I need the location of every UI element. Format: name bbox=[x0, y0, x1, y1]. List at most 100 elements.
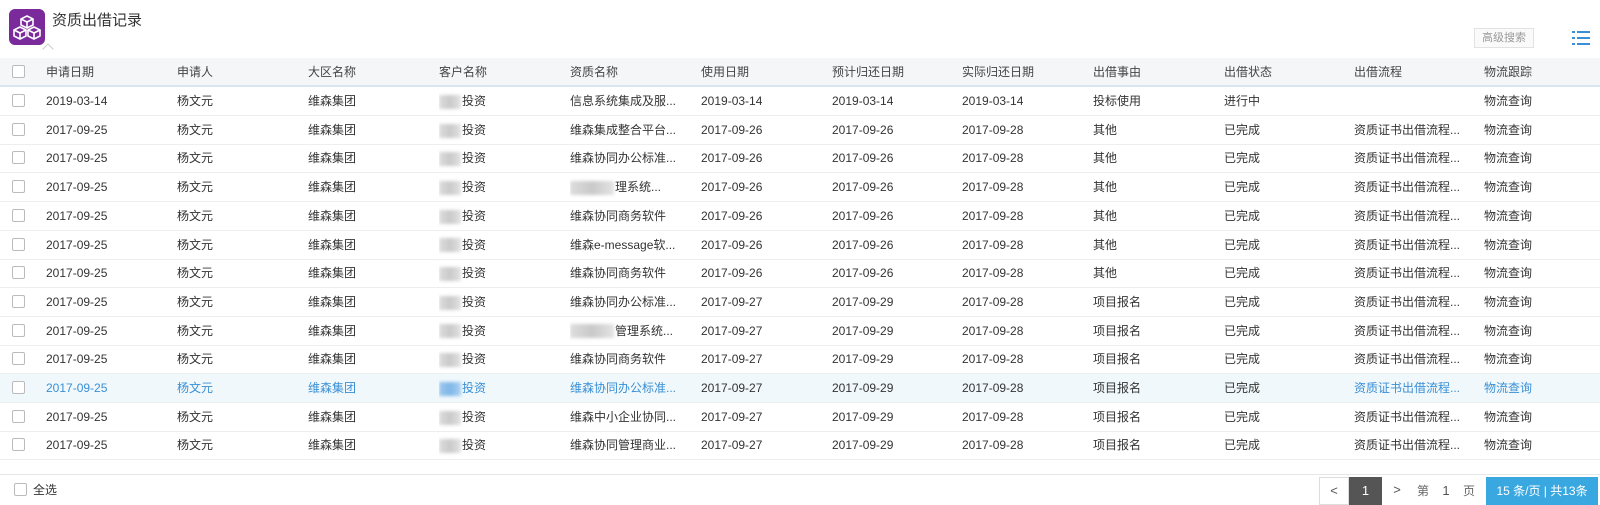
applicant-cell[interactable]: 杨文元 bbox=[177, 87, 213, 116]
logistics-link[interactable]: 物流查询 bbox=[1484, 317, 1532, 346]
logistics-link[interactable]: 物流查询 bbox=[1484, 173, 1532, 202]
list-view-icon[interactable] bbox=[1572, 30, 1590, 46]
table-row[interactable]: 2019-03-14 杨文元 维森集团 投资 信息系统集成及服... 2019-03-14… bbox=[0, 87, 1600, 116]
qualification-cell[interactable]: 维森协同商务软件 bbox=[570, 259, 690, 288]
column-header[interactable]: 出借流程 bbox=[1354, 58, 1469, 87]
flow-link[interactable]: 资质证书出借流程... bbox=[1354, 345, 1469, 374]
region-cell[interactable]: 维森集团 bbox=[308, 374, 356, 403]
advanced-search-button[interactable]: 高级搜索 bbox=[1474, 28, 1534, 48]
column-header[interactable]: 出借事由 bbox=[1093, 58, 1141, 87]
prev-page-button[interactable]: < bbox=[1319, 477, 1349, 505]
customer-cell[interactable]: 投资 bbox=[439, 173, 486, 202]
column-header[interactable]: 实际归还日期 bbox=[962, 58, 1034, 87]
table-row[interactable]: 2017-09-25 杨文元 维森集团 投资 理系统... 2017-09-26 2017-… bbox=[0, 173, 1600, 203]
logistics-link[interactable]: 物流查询 bbox=[1484, 116, 1532, 145]
flow-link[interactable]: 资质证书出借流程... bbox=[1354, 231, 1469, 260]
qualification-cell[interactable]: 维森集成整合平台... bbox=[570, 116, 690, 145]
region-cell[interactable]: 维森集团 bbox=[308, 116, 356, 145]
flow-link[interactable]: 资质证书出借流程... bbox=[1354, 288, 1469, 317]
table-row[interactable]: 2017-09-25 杨文元 维森集团 投资 维森协同办公标准... 2017-09-27… bbox=[0, 374, 1600, 403]
applicant-cell[interactable]: 杨文元 bbox=[177, 403, 213, 432]
qualification-cell[interactable]: 维森协同办公标准... bbox=[570, 288, 690, 317]
column-header[interactable]: 申请日期 bbox=[46, 58, 94, 87]
column-header[interactable]: 预计归还日期 bbox=[832, 58, 904, 87]
applicant-cell[interactable]: 杨文元 bbox=[177, 431, 213, 460]
logistics-link[interactable]: 物流查询 bbox=[1484, 202, 1532, 231]
column-header[interactable]: 物流跟踪 bbox=[1484, 58, 1532, 87]
qualification-cell[interactable]: 维森协同办公标准... bbox=[570, 144, 690, 173]
column-header[interactable]: 使用日期 bbox=[701, 58, 749, 87]
applicant-cell[interactable]: 杨文元 bbox=[177, 202, 213, 231]
qualification-cell[interactable]: 维森协同办公标准... bbox=[570, 374, 690, 403]
applicant-cell[interactable]: 杨文元 bbox=[177, 374, 213, 403]
column-header[interactable]: 出借状态 bbox=[1224, 58, 1272, 87]
applicant-cell[interactable]: 杨文元 bbox=[177, 317, 213, 346]
logistics-link[interactable]: 物流查询 bbox=[1484, 259, 1532, 288]
qualification-cell[interactable]: 理系统... bbox=[570, 173, 690, 202]
header-checkbox[interactable] bbox=[12, 65, 25, 78]
table-row[interactable]: 2017-09-25 杨文元 维森集团 投资 维森协同管理商业... 2017-09-27… bbox=[0, 431, 1600, 461]
logistics-link[interactable]: 物流查询 bbox=[1484, 431, 1532, 460]
region-cell[interactable]: 维森集团 bbox=[308, 403, 356, 432]
qualification-cell[interactable]: 维森协同管理商业... bbox=[570, 431, 690, 460]
region-cell[interactable]: 维森集团 bbox=[308, 202, 356, 231]
qualification-cell[interactable]: 管理系统... bbox=[570, 317, 690, 346]
flow-link[interactable] bbox=[1354, 87, 1469, 116]
region-cell[interactable]: 维森集团 bbox=[308, 317, 356, 346]
customer-cell[interactable]: 投资 bbox=[439, 116, 486, 145]
flow-link[interactable]: 资质证书出借流程... bbox=[1354, 431, 1469, 460]
qualification-cell[interactable]: 维森协同商务软件 bbox=[570, 345, 690, 374]
table-row[interactable]: 2017-09-25 杨文元 维森集团 投资 维森中小企业协同... 2017-09-27… bbox=[0, 403, 1600, 432]
column-header[interactable]: 大区名称 bbox=[308, 58, 356, 87]
applicant-cell[interactable]: 杨文元 bbox=[177, 345, 213, 374]
flow-link[interactable]: 资质证书出借流程... bbox=[1354, 173, 1469, 202]
table-row[interactable]: 2017-09-25 杨文元 维森集团 投资 维森协同商务软件 2017-09-27 201… bbox=[0, 345, 1600, 375]
flow-link[interactable]: 资质证书出借流程... bbox=[1354, 116, 1469, 145]
logistics-link[interactable]: 物流查询 bbox=[1484, 144, 1532, 173]
table-row[interactable]: 2017-09-25 杨文元 维森集团 投资 维森协同办公标准... 2017-09-27… bbox=[0, 288, 1600, 317]
current-page-button[interactable]: 1 bbox=[1349, 477, 1382, 505]
select-all-label[interactable]: 全选 bbox=[33, 475, 57, 505]
column-header[interactable]: 客户名称 bbox=[439, 58, 487, 87]
logistics-link[interactable]: 物流查询 bbox=[1484, 403, 1532, 432]
customer-cell[interactable]: 投资 bbox=[439, 231, 486, 260]
table-row[interactable]: 2017-09-25 杨文元 维森集团 投资 维森协同商务软件 2017-09-26 201… bbox=[0, 202, 1600, 231]
region-cell[interactable]: 维森集团 bbox=[308, 431, 356, 460]
table-row[interactable]: 2017-09-25 杨文元 维森集团 投资 管理系统... 2017-09-27 2017… bbox=[0, 317, 1600, 346]
row-checkbox[interactable] bbox=[12, 438, 25, 452]
row-checkbox[interactable] bbox=[12, 352, 25, 366]
row-checkbox[interactable] bbox=[12, 266, 25, 280]
customer-cell[interactable]: 投资 bbox=[439, 431, 486, 460]
logistics-link[interactable]: 物流查询 bbox=[1484, 345, 1532, 374]
row-checkbox[interactable] bbox=[12, 323, 25, 337]
table-row[interactable]: 2017-09-25 杨文元 维森集团 投资 维森协同商务软件 2017-09-26 201… bbox=[0, 259, 1600, 289]
logistics-link[interactable]: 物流查询 bbox=[1484, 231, 1532, 260]
row-checkbox[interactable] bbox=[12, 237, 25, 251]
customer-cell[interactable]: 投资 bbox=[439, 259, 486, 288]
customer-cell[interactable]: 投资 bbox=[439, 288, 486, 317]
flow-link[interactable]: 资质证书出借流程... bbox=[1354, 317, 1469, 346]
customer-cell[interactable]: 投资 bbox=[439, 317, 486, 346]
row-checkbox[interactable] bbox=[12, 180, 25, 194]
next-page-button[interactable]: > bbox=[1382, 477, 1412, 505]
region-cell[interactable]: 维森集团 bbox=[308, 231, 356, 260]
region-cell[interactable]: 维森集团 bbox=[308, 173, 356, 202]
region-cell[interactable]: 维森集团 bbox=[308, 87, 356, 116]
customer-cell[interactable]: 投资 bbox=[439, 202, 486, 231]
logistics-link[interactable]: 物流查询 bbox=[1484, 87, 1532, 116]
row-checkbox[interactable] bbox=[12, 94, 25, 107]
customer-cell[interactable]: 投资 bbox=[439, 144, 486, 173]
logistics-link[interactable]: 物流查询 bbox=[1484, 374, 1532, 403]
applicant-cell[interactable]: 杨文元 bbox=[177, 173, 213, 202]
customer-cell[interactable]: 投资 bbox=[439, 87, 486, 116]
applicant-cell[interactable]: 杨文元 bbox=[177, 144, 213, 173]
row-checkbox[interactable] bbox=[12, 409, 25, 423]
customer-cell[interactable]: 投资 bbox=[439, 345, 486, 374]
row-checkbox[interactable] bbox=[12, 381, 25, 394]
applicant-cell[interactable]: 杨文元 bbox=[177, 288, 213, 317]
flow-link[interactable]: 资质证书出借流程... bbox=[1354, 259, 1469, 288]
column-header[interactable]: 申请人 bbox=[177, 58, 213, 87]
page-jump-input[interactable]: 1 bbox=[1434, 477, 1458, 505]
applicant-cell[interactable]: 杨文元 bbox=[177, 259, 213, 288]
region-cell[interactable]: 维森集团 bbox=[308, 259, 356, 288]
